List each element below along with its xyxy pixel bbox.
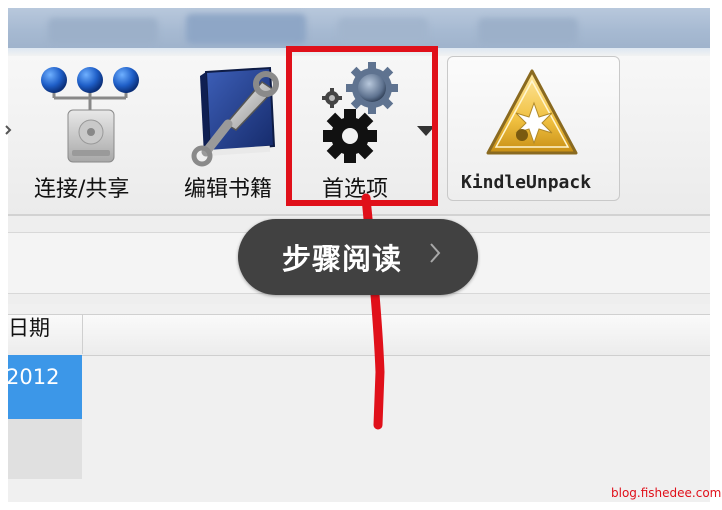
connect-share-button[interactable]: 连接/共享 <box>28 60 154 202</box>
kindle-unpack-button[interactable]: KindleUnpack <box>447 56 620 201</box>
column-header-date-label: 日期 <box>8 316 50 340</box>
table-header <box>8 314 710 356</box>
chevron-right-icon <box>5 125 12 135</box>
title-bar <box>8 8 710 48</box>
step-reading-label: 步骤阅读 <box>282 242 403 276</box>
edit-book-button[interactable]: 编辑书籍 <box>178 60 288 202</box>
toolbar-divider <box>8 214 710 216</box>
preferences-highlight-box <box>286 46 438 206</box>
table-row[interactable] <box>8 419 82 479</box>
chevron-right-icon <box>430 243 441 263</box>
connect-share-label: 连接/共享 <box>34 177 130 202</box>
edit-book-icon <box>191 66 279 167</box>
connect-share-icon <box>41 67 139 163</box>
cell-date-value: 2012 <box>6 365 60 389</box>
edit-book-label: 编辑书籍 <box>184 177 273 202</box>
kindle-unpack-label: KindleUnpack <box>461 172 592 193</box>
kindle-unpack-warning-icon <box>486 69 578 155</box>
watermark-text: blog.fishedee.com <box>611 486 722 500</box>
